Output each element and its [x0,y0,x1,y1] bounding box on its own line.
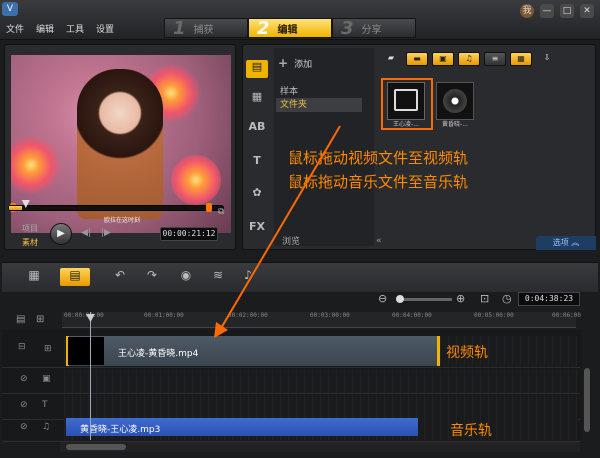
show-video-icon[interactable]: ▬ [406,52,428,66]
video-clip-thumbnail [68,337,104,365]
redo-icon[interactable]: ↷ [140,268,164,286]
transition-icon[interactable]: AB [246,120,268,138]
menu-file[interactable]: 文件 [6,22,24,35]
instruction-line-audio: 鼠标拖动音乐文件至音乐轨 [288,173,469,191]
auto-music-icon[interactable]: ♪ [236,268,260,286]
enlarge-icon[interactable]: ⧉ [218,207,228,217]
maximize-button[interactable]: □ [560,4,574,18]
record-capture-icon[interactable]: ◉ [174,268,198,286]
video-track-icon[interactable]: ⊟ [18,342,26,352]
music-track-icon[interactable]: ⊘ [20,422,28,432]
menu-settings[interactable]: 设置 [96,22,114,35]
track-manager-icon[interactable]: ▤ [16,314,25,325]
plus-icon: + [278,56,289,70]
selection-highlight [381,78,433,130]
playhead-line[interactable] [90,312,91,440]
menu-edit[interactable]: 编辑 [36,22,54,35]
storyboard-view-icon[interactable]: ▦ [22,268,46,286]
chapter-icon[interactable]: ⊞ [36,314,44,325]
overlay-1-type-icon[interactable]: ▣ [42,374,51,384]
video-clip-name: 王心凌-黄昏晓.mp4 [118,349,199,359]
preview-panel: 欧拉在这时刻 [4,44,236,250]
show-photo-icon[interactable]: ▣ [432,52,454,66]
browse-button[interactable]: 浏览 [282,234,300,247]
instruction-annotation: 鼠标拖动视频文件至视频轨 鼠标拖动音乐文件至音乐轨 [288,146,468,194]
sound-mixer-icon[interactable]: ≋ [206,268,230,286]
audio-thumbnail-name: 黄昏晓-... [442,121,468,128]
timeline-view-icon[interactable]: ▤ [60,268,90,286]
zoom-slider-knob[interactable] [396,295,404,303]
video-track-annotation: 视频轨 [446,345,488,361]
audio-track-annotation: 音乐轨 [450,423,492,439]
user-icon[interactable]: 我 [520,4,534,18]
menu-tools[interactable]: 工具 [66,22,84,35]
undo-icon[interactable]: ↶ [108,268,132,286]
graphic-icon[interactable]: ✿ [246,186,268,204]
library-toolbar: ▰ ▬ ▣ ♫ ≡ ▦ ⇩ [380,52,558,66]
options-button[interactable]: 选项 ︽ [536,236,596,250]
ruler-tick-1: 00:01:00:00 [144,312,184,319]
ripple-icon[interactable]: ⊞ [44,344,52,354]
vertical-scrollbar[interactable] [584,368,590,432]
window-controls: 我 — □ ✕ [520,4,594,18]
media-icon[interactable]: ▤ [246,60,268,78]
add-folder-button[interactable]: + 添加 [278,56,312,70]
minimize-button[interactable]: — [540,4,554,18]
tree-item-folder[interactable]: 文件夹 [276,98,362,112]
fit-project-icon[interactable]: ⊡ [480,292,489,305]
zoom-out-icon[interactable]: ⊖ [378,292,387,305]
timeline-duration[interactable]: 0:04:38:23 [518,292,580,306]
audio-thumbnail[interactable] [436,82,474,120]
instruction-line-video: 鼠标拖动视频文件至视频轨 [288,149,469,167]
prev-frame-icon[interactable]: ◀| [80,228,92,240]
close-button[interactable]: ✕ [580,4,594,18]
ruler-tick-3: 00:03:00:00 [310,312,350,319]
zoom-slider[interactable] [396,298,452,301]
ruler-tick-6: 00:06:00 [552,312,581,319]
title-track-icon[interactable]: ⊘ [20,400,28,410]
video-frame-image [77,69,163,219]
horizontal-scrollbar-thumb[interactable] [66,444,126,450]
play-button[interactable]: ▶ [50,223,72,245]
video-caption: 欧拉在这时刻 [103,217,140,224]
next-frame-icon[interactable]: |▶ [100,228,112,240]
tab-capture[interactable]: 1 捕获 [164,18,248,39]
app-logo: V [2,2,18,16]
filter-icon[interactable]: FX [246,220,268,238]
clock-icon: ◷ [502,292,512,305]
overlay-track-1-icon[interactable]: ⊘ [20,374,28,384]
collapse-icon[interactable]: « [376,236,386,248]
trim-end-handle[interactable] [206,203,212,212]
ruler-tick-0: 00:00:00:00 [64,312,104,319]
horizontal-scrollbar[interactable] [60,442,580,452]
folder-icon[interactable]: ▰ [380,52,402,66]
timeline-toolbar [2,262,598,292]
zoom-in-icon[interactable]: ⊕ [456,292,465,305]
sort-icon[interactable]: ⇩ [536,52,558,66]
title-icon[interactable]: T [246,154,268,172]
tree-item-samples[interactable]: 样本 [280,84,298,97]
mode-project-label[interactable]: 项目 [22,222,38,236]
show-audio-icon[interactable]: ♫ [458,52,480,66]
music-type-icon[interactable]: ♫ [42,422,50,432]
overlay-track-1: ⊘ ▣ [2,368,580,394]
scrubber-bar[interactable] [8,200,224,211]
audio-clip-name: 黄昏晓-王心凌.mp3 [80,425,161,435]
ruler-tick-4: 00:04:00:00 [392,312,432,319]
ruler-tick-2: 00:02:00:00 [228,312,268,319]
preview-timecode[interactable]: 00:00:21:12 [160,227,218,241]
instant-project-icon[interactable]: ▦ [246,90,268,108]
thumbnail-view-icon[interactable]: ▦ [510,52,532,66]
list-view-icon[interactable]: ≡ [484,52,506,66]
preview-mode-labels: 项目 素材 [22,222,38,250]
ruler-tick-5: 00:05:00:00 [474,312,514,319]
menu-bar: 文件 编辑 工具 设置 [6,22,114,35]
tab-share[interactable]: 3 分享 [332,18,416,39]
title-type-icon[interactable]: T [42,400,48,410]
tab-edit[interactable]: 2 编辑 [248,18,332,39]
mode-clip-label[interactable]: 素材 [22,236,38,250]
